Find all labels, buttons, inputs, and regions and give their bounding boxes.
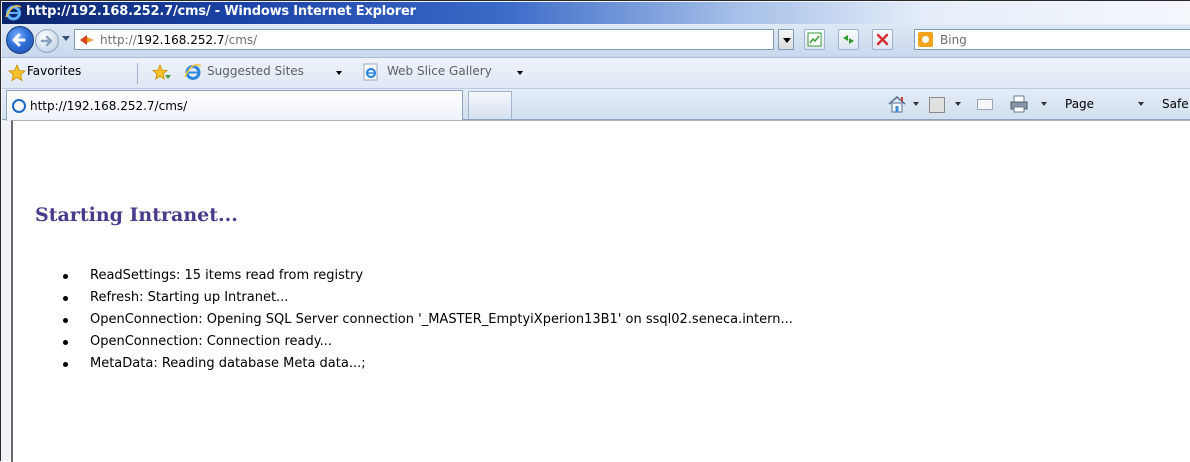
log-item: OpenConnection: Connection ready... <box>63 331 793 353</box>
add-to-favorites-bar-icon[interactable] <box>150 63 172 83</box>
arrow-right-icon <box>40 35 53 47</box>
tab-label: http://192.168.252.7/cms/ <box>30 99 188 113</box>
tab-bar: http://192.168.252.7/cms/ Page Safe <box>2 89 1190 121</box>
chevron-down-icon[interactable] <box>1138 102 1144 106</box>
page-content: Starting Intranet... ReadSettings: 15 it… <box>11 120 1190 462</box>
startup-log-list: ReadSettings: 15 items read from registr… <box>63 265 793 375</box>
title-bar[interactable]: http://192.168.252.7/cms/ - Windows Inte… <box>2 2 1190 24</box>
browser-window: http://192.168.252.7/cms/ - Windows Inte… <box>0 0 1190 462</box>
page-menu-button[interactable]: Page <box>1065 97 1094 111</box>
address-url: http://192.168.252.7/cms/ <box>100 33 258 47</box>
bing-icon <box>918 32 933 47</box>
back-button[interactable] <box>6 26 34 54</box>
log-item: MetaData: Reading database Meta data...; <box>63 353 793 375</box>
chevron-down-icon[interactable] <box>1041 102 1047 106</box>
feeds-icon[interactable] <box>929 97 945 113</box>
print-icon[interactable] <box>1009 95 1029 113</box>
new-tab-button[interactable] <box>468 91 512 119</box>
chevron-down-icon[interactable] <box>955 102 961 106</box>
mail-icon[interactable] <box>977 99 993 110</box>
favorites-bar: Favorites Suggested Sites Web Slice Gall… <box>2 58 1190 89</box>
log-item: ReadSettings: 15 items read from registr… <box>63 265 793 287</box>
suggested-sites-link[interactable]: Suggested Sites <box>207 64 304 78</box>
favorites-star-icon <box>8 64 26 82</box>
ie-icon <box>184 64 202 80</box>
navigation-bar: http://192.168.252.7/cms/ Bing <box>2 24 1190 58</box>
forward-button[interactable] <box>35 29 59 53</box>
arrow-left-icon <box>12 33 26 47</box>
home-icon[interactable] <box>886 93 908 115</box>
ie-page-icon <box>363 63 378 81</box>
compatibility-view-button[interactable] <box>804 29 825 50</box>
address-dropdown-button[interactable] <box>778 29 794 50</box>
close-icon <box>876 33 889 46</box>
search-placeholder: Bing <box>940 33 967 47</box>
favorites-button[interactable]: Favorites <box>27 64 81 78</box>
page-heading: Starting Intranet... <box>35 204 238 226</box>
safety-menu-button[interactable]: Safe <box>1162 97 1189 111</box>
chevron-down-icon[interactable] <box>517 71 523 75</box>
tab-active[interactable]: http://192.168.252.7/cms/ <box>6 90 463 121</box>
compatibility-view-icon <box>807 32 822 47</box>
refresh-icon <box>843 35 854 44</box>
site-icon <box>80 35 94 45</box>
web-slice-gallery-link[interactable]: Web Slice Gallery <box>387 64 492 78</box>
window-title: http://192.168.252.7/cms/ - Windows Inte… <box>26 4 416 19</box>
chevron-down-icon[interactable] <box>336 71 342 75</box>
search-box[interactable]: Bing <box>914 29 1190 50</box>
ie-logo-icon <box>5 4 22 21</box>
log-item: OpenConnection: Opening SQL Server conne… <box>63 309 793 331</box>
toolbar-divider <box>137 63 138 84</box>
stop-button[interactable] <box>872 29 893 50</box>
refresh-button[interactable] <box>838 29 859 50</box>
loading-icon <box>12 99 26 113</box>
log-item: Refresh: Starting up Intranet... <box>63 287 793 309</box>
chevron-down-icon[interactable] <box>913 102 919 106</box>
address-bar[interactable]: http://192.168.252.7/cms/ <box>74 29 774 50</box>
recent-pages-dropdown[interactable] <box>62 36 70 41</box>
